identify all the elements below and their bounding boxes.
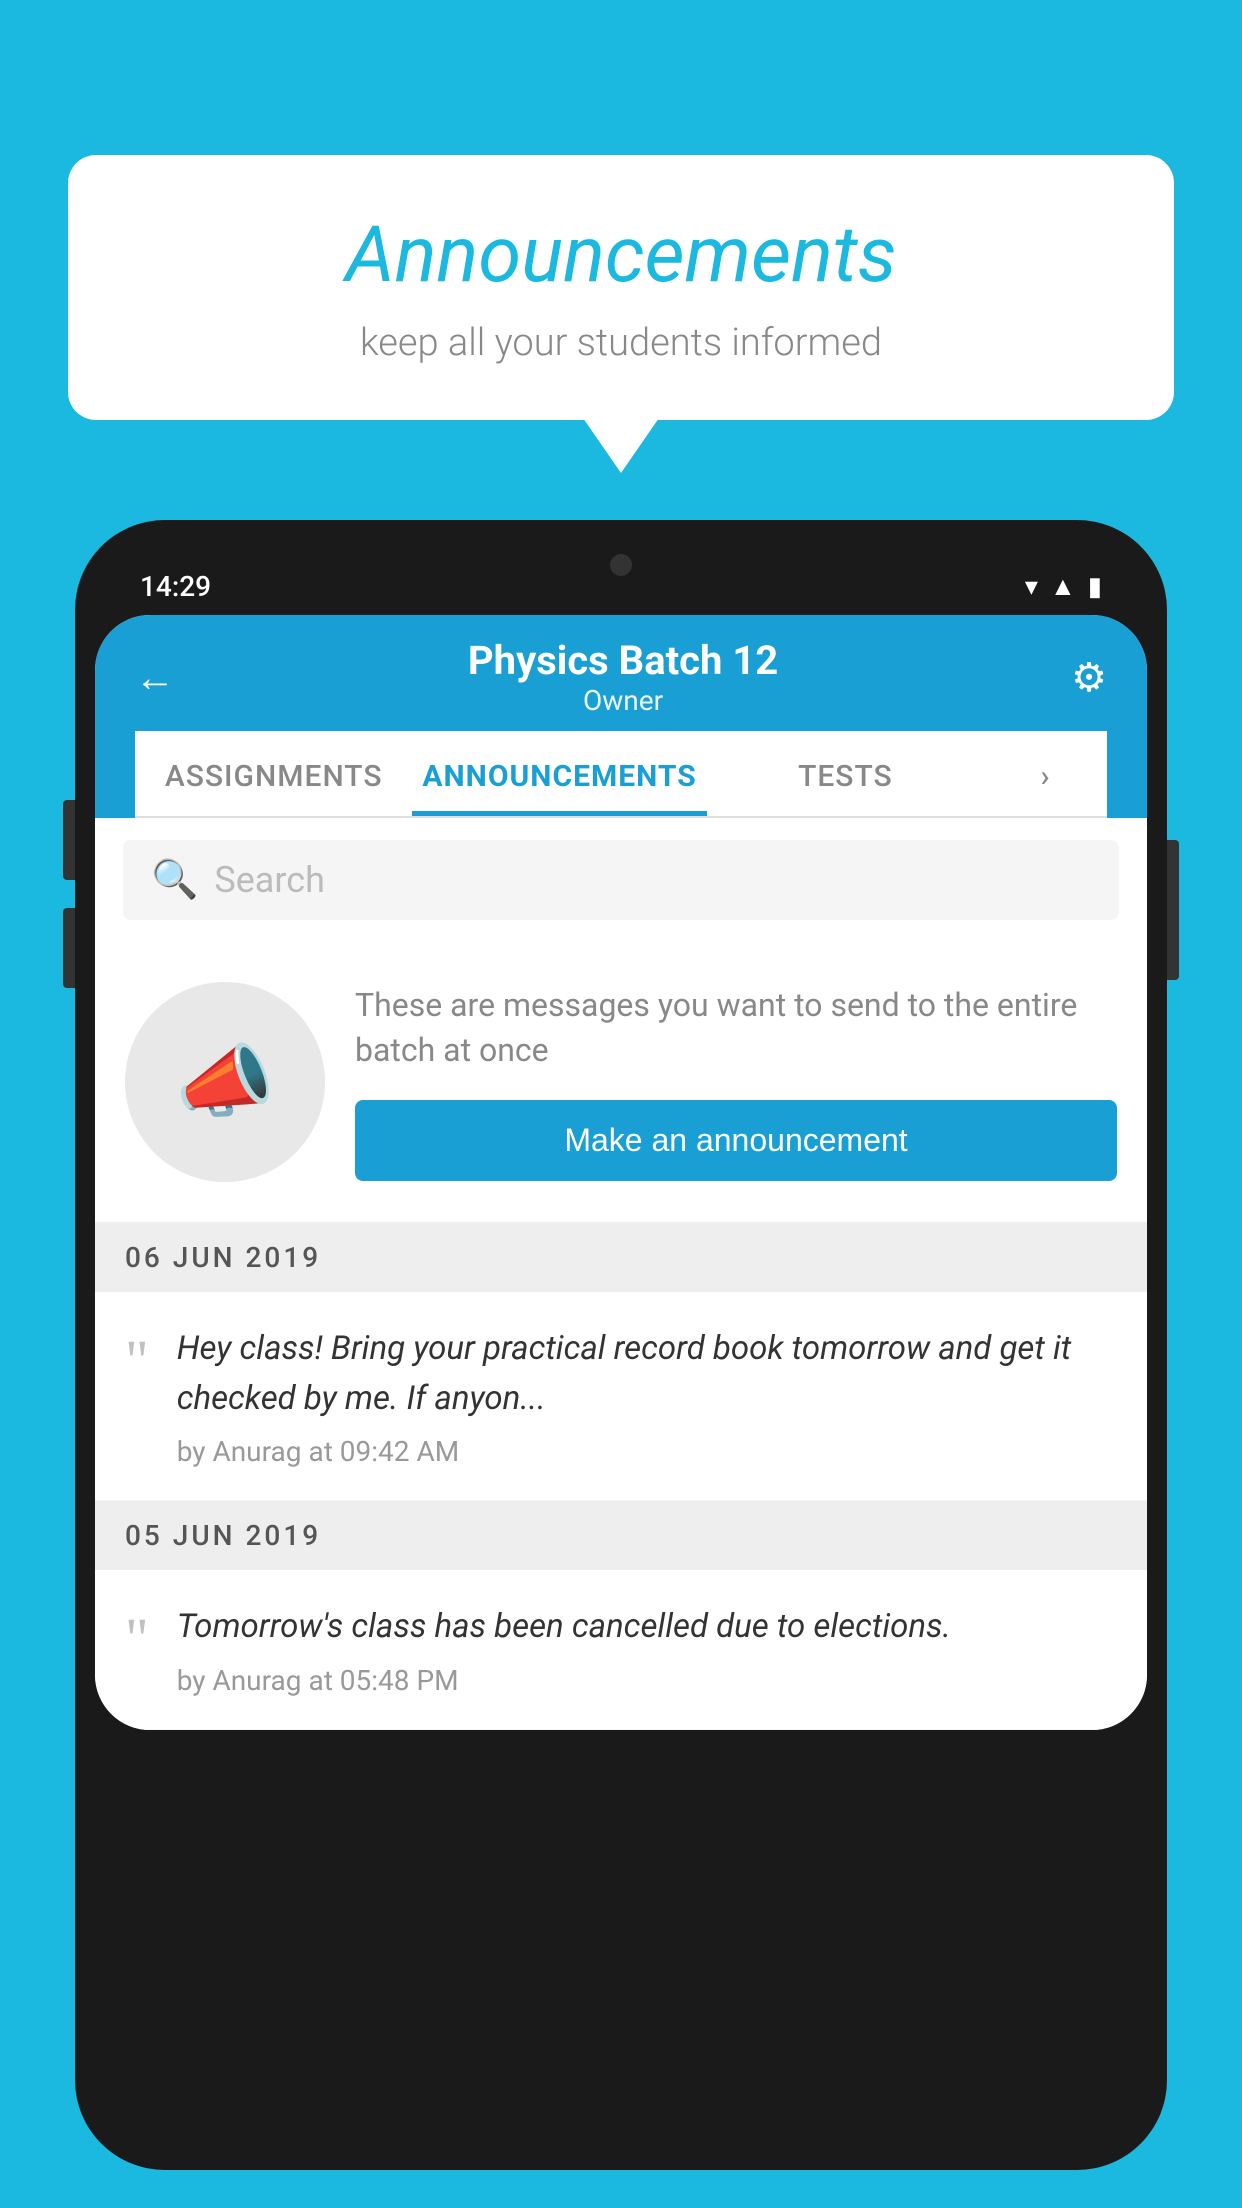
status-time: 14:29 <box>140 570 211 603</box>
status-icons: ▾ ▲ ▮ <box>1025 571 1102 602</box>
announcement-item-2[interactable]: " Tomorrow's class has been cancelled du… <box>95 1570 1147 1730</box>
wifi-icon: ▾ <box>1025 572 1038 602</box>
side-buttons-right <box>1167 840 1179 980</box>
phone-screen: ← Physics Batch 12 Owner ⚙ ASSIGNMENTS A… <box>95 615 1147 1730</box>
speech-bubble: Announcements keep all your students inf… <box>68 155 1174 420</box>
batch-subtitle: Owner <box>468 684 778 717</box>
announcement-meta-1: by Anurag at 09:42 AM <box>177 1435 1117 1468</box>
volume-down-button[interactable] <box>63 908 75 988</box>
promo-description: These are messages you want to send to t… <box>355 983 1117 1073</box>
back-button[interactable]: ← <box>135 654 175 701</box>
front-camera <box>610 554 632 576</box>
make-announcement-button[interactable]: Make an announcement <box>355 1100 1117 1181</box>
side-buttons-left <box>63 800 75 988</box>
tab-tests[interactable]: TESTS <box>707 731 984 816</box>
phone-mockup: 14:29 ▾ ▲ ▮ ← Physics Batch 12 Owner ⚙ <box>75 520 1167 2208</box>
speech-bubble-section: Announcements keep all your students inf… <box>68 155 1174 473</box>
search-bar[interactable]: 🔍 Search <box>123 840 1119 920</box>
search-icon: 🔍 <box>151 858 198 902</box>
tab-assignments[interactable]: ASSIGNMENTS <box>135 731 412 816</box>
tab-more[interactable]: › <box>984 731 1107 816</box>
header-title-group: Physics Batch 12 Owner <box>468 637 778 717</box>
phone-notch <box>561 540 681 590</box>
announcement-text-2: Tomorrow's class has been cancelled due … <box>177 1602 1117 1652</box>
speech-bubble-title: Announcements <box>128 210 1114 301</box>
promo-content: These are messages you want to send to t… <box>355 983 1117 1182</box>
promo-section: 📣 These are messages you want to send to… <box>95 942 1147 1223</box>
quote-icon-2: " <box>125 1610 149 1668</box>
battery-icon: ▮ <box>1088 572 1102 602</box>
speech-bubble-arrow <box>583 418 659 473</box>
announcement-text-1: Hey class! Bring your practical record b… <box>177 1324 1117 1423</box>
date-header-2: 05 JUN 2019 <box>95 1501 1147 1570</box>
phone-body: 14:29 ▾ ▲ ▮ ← Physics Batch 12 Owner ⚙ <box>75 520 1167 2170</box>
promo-icon-circle: 📣 <box>125 982 325 1182</box>
power-button[interactable] <box>1167 840 1179 980</box>
search-placeholder: Search <box>214 859 325 901</box>
batch-title: Physics Batch 12 <box>468 637 778 684</box>
app-header: ← Physics Batch 12 Owner ⚙ ASSIGNMENTS A… <box>95 615 1147 818</box>
volume-up-button[interactable] <box>63 800 75 880</box>
announcement-item-1[interactable]: " Hey class! Bring your practical record… <box>95 1292 1147 1501</box>
announcement-meta-2: by Anurag at 05:48 PM <box>177 1664 1117 1697</box>
tab-bar: ASSIGNMENTS ANNOUNCEMENTS TESTS › <box>135 731 1107 818</box>
date-header-1: 06 JUN 2019 <box>95 1223 1147 1292</box>
search-bar-wrapper: 🔍 Search <box>95 818 1147 942</box>
announcement-content-1: Hey class! Bring your practical record b… <box>177 1324 1117 1468</box>
tab-announcements[interactable]: ANNOUNCEMENTS <box>412 731 706 816</box>
header-top: ← Physics Batch 12 Owner ⚙ <box>135 637 1107 731</box>
quote-icon-1: " <box>125 1332 149 1390</box>
settings-icon[interactable]: ⚙ <box>1071 654 1107 701</box>
speech-bubble-subtitle: keep all your students informed <box>128 321 1114 365</box>
announcement-content-2: Tomorrow's class has been cancelled due … <box>177 1602 1117 1697</box>
signal-icon: ▲ <box>1050 571 1076 602</box>
megaphone-icon: 📣 <box>175 1035 275 1129</box>
